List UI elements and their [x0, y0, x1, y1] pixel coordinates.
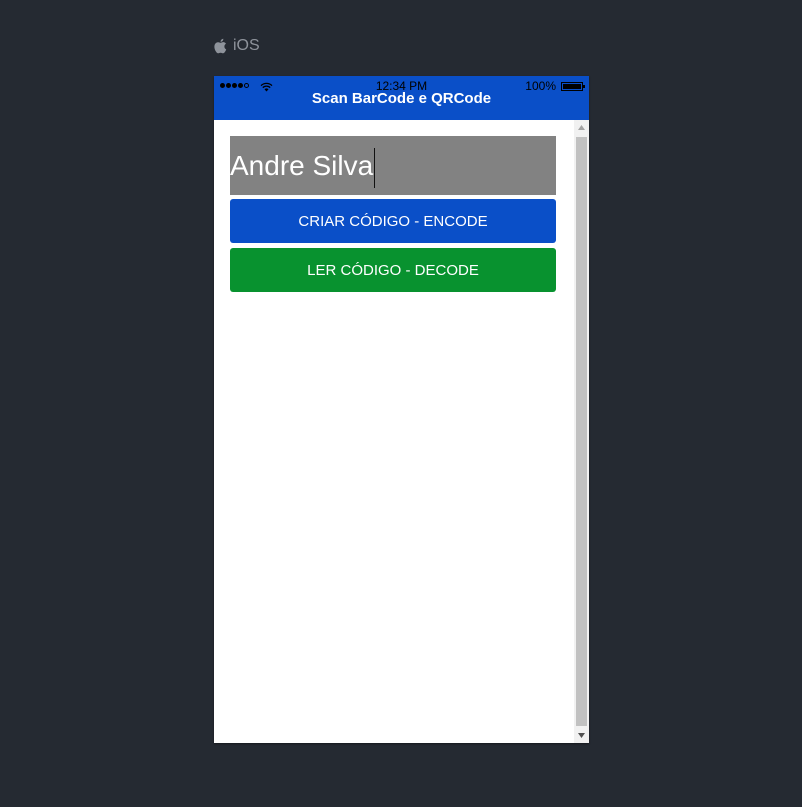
name-input[interactable]: Andre Silva [230, 136, 556, 195]
scroll-up-arrow-icon[interactable] [574, 120, 589, 135]
name-input-value: Andre Silva [230, 150, 374, 181]
scroll-down-arrow-icon[interactable] [574, 728, 589, 743]
device-frame: 12:34 PM 100% Scan BarCode e QRCode Andr… [214, 76, 589, 743]
decode-button-label: LER CÓDIGO - DECODE [307, 261, 479, 279]
text-caret [374, 147, 376, 188]
apple-icon [213, 38, 227, 54]
decode-button[interactable]: LER CÓDIGO - DECODE [230, 248, 556, 292]
platform-label: iOS [213, 35, 260, 57]
encode-button[interactable]: CRIAR CÓDIGO - ENCODE [230, 199, 556, 243]
page-title: Scan BarCode e QRCode [311, 90, 492, 107]
vertical-scrollbar[interactable] [574, 120, 589, 743]
platform-name: iOS [233, 37, 260, 54]
main-content: Andre Silva CRIAR CÓDIGO - ENCODE LER CÓ… [214, 120, 589, 743]
scroll-thumb[interactable] [576, 137, 587, 726]
encode-button-label: CRIAR CÓDIGO - ENCODE [298, 212, 488, 230]
navigation-bar: 12:34 PM 100% Scan BarCode e QRCode [214, 76, 589, 120]
